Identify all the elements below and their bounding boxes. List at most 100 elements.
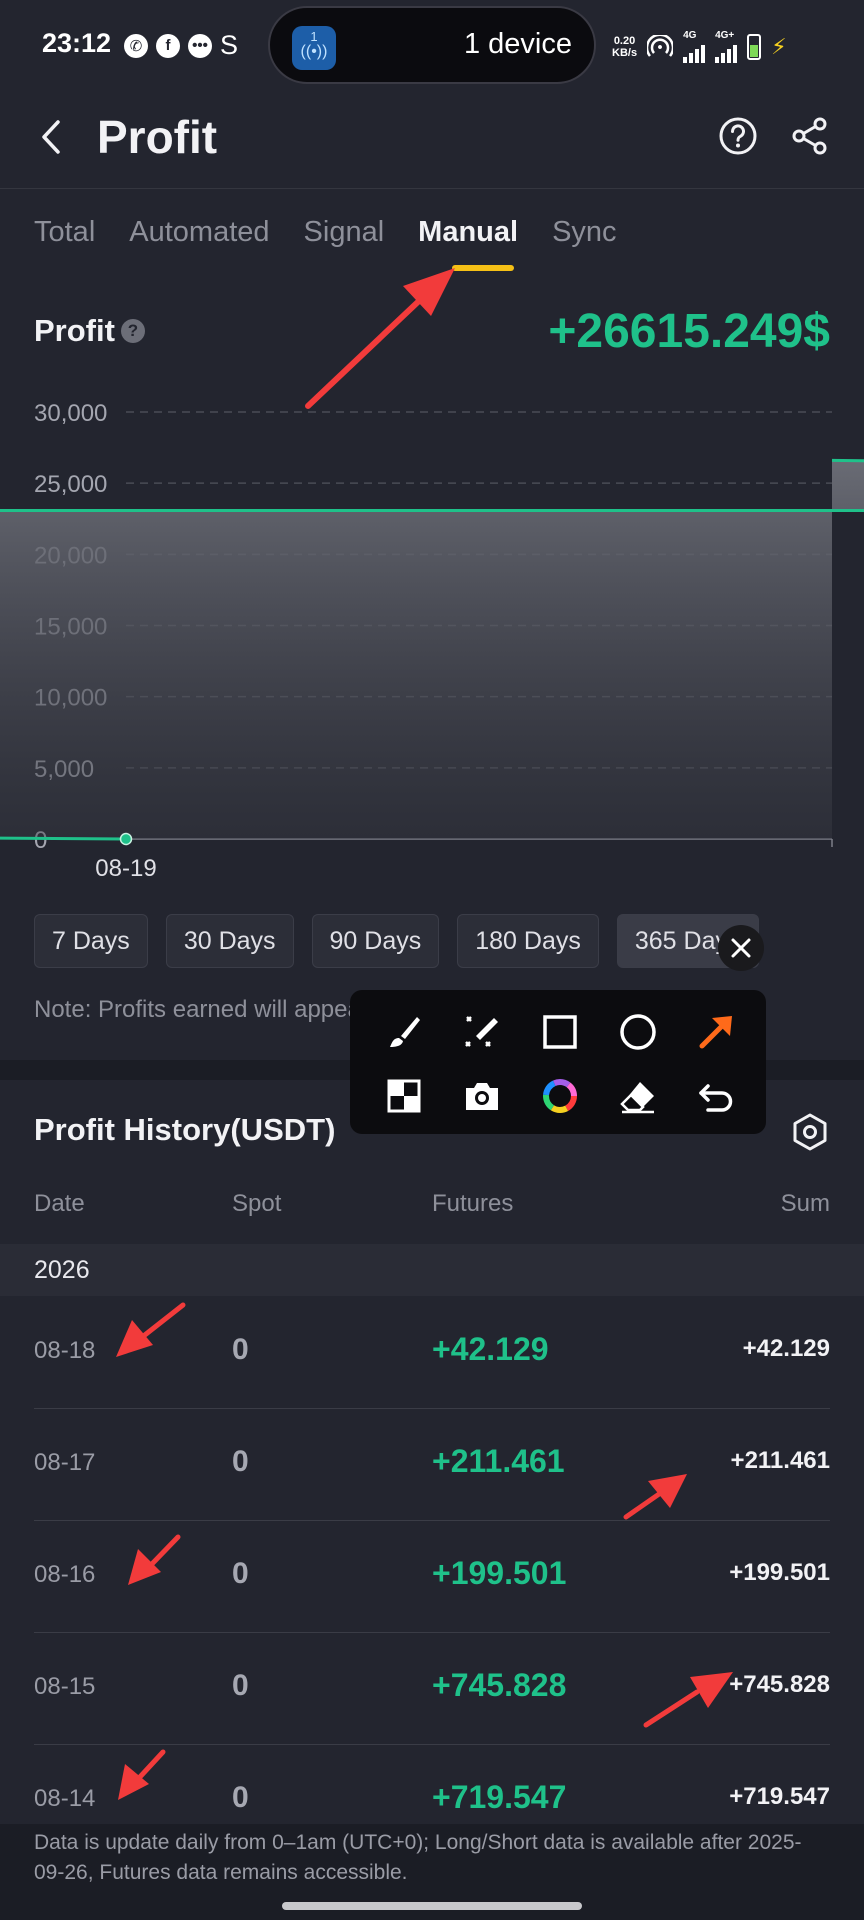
battery-icon <box>747 33 762 60</box>
back-arrow-icon[interactable] <box>32 114 72 160</box>
row-date: 08-17 <box>34 1449 96 1476</box>
circle-tool[interactable] <box>610 1004 666 1060</box>
year-group-header: 2026 <box>0 1244 864 1296</box>
history-title: Profit History(USDT) <box>34 1112 336 1147</box>
table-row[interactable]: 08-16 0 +199.501 +199.501 <box>0 1521 864 1633</box>
row-spot: 0 <box>232 1557 249 1590</box>
charging-bolt-icon: ⚡ <box>771 33 787 59</box>
tab-sync[interactable]: Sync <box>552 216 616 249</box>
column-date: Date <box>34 1190 85 1217</box>
eraser-tool[interactable] <box>610 1068 666 1124</box>
broadcast-icon: 1 ((•)) <box>292 26 336 70</box>
signal-1: 4G <box>683 30 706 63</box>
whatsapp-icon: ✆ <box>124 33 148 58</box>
magic-wand-icon <box>465 1016 498 1047</box>
row-sum: +42.129 <box>742 1335 830 1362</box>
help-icon[interactable] <box>718 116 758 156</box>
tab-signal[interactable]: Signal <box>304 216 385 249</box>
app-s-icon: S <box>220 30 239 60</box>
range-30-days-button[interactable]: 30 Days <box>165 914 294 968</box>
magic-wand-tool[interactable] <box>454 1004 510 1060</box>
net-speed: 0.20 KB/s <box>612 34 638 59</box>
row-futures: +211.461 <box>432 1443 565 1479</box>
row-date: 08-16 <box>34 1561 96 1588</box>
range-7-days-button[interactable]: 7 Days <box>34 914 148 968</box>
active-tab-indicator <box>452 265 514 271</box>
camera-icon <box>466 1083 498 1110</box>
status-app-icons: ✆ f ••• S <box>124 30 238 61</box>
row-date: 08-15 <box>34 1673 96 1700</box>
messenger-icon: ••• <box>188 33 212 58</box>
facebook-icon: f <box>156 33 180 58</box>
column-spot: Spot <box>232 1190 282 1217</box>
status-time: 23:12 <box>42 28 112 58</box>
tab-total[interactable]: Total <box>34 216 95 249</box>
time-range-selector: 7 Days 30 Days 90 Days 180 Days 365 Days <box>34 914 759 968</box>
eraser-icon <box>620 1082 654 1114</box>
tab-bar: Total Automated Signal Manual Sync <box>34 216 651 249</box>
undo-tool[interactable] <box>688 1068 744 1124</box>
row-date: 08-14 <box>34 1785 96 1812</box>
row-sum: +719.547 <box>729 1783 830 1810</box>
hotspot-icon <box>647 34 674 57</box>
dynamic-island[interactable]: 1 ((•)) 1 device <box>268 6 596 84</box>
tab-automated[interactable]: Automated <box>129 216 269 249</box>
home-indicator[interactable] <box>282 1902 582 1910</box>
year-label: 2026 <box>34 1256 90 1284</box>
top-header: Profit <box>0 96 864 188</box>
arrow-tool[interactable] <box>688 1004 744 1060</box>
signal-2: 4G+ <box>715 30 738 63</box>
annotation-toolbar <box>350 990 766 1134</box>
row-futures: +42.129 <box>432 1331 549 1367</box>
row-spot: 0 <box>232 1781 249 1814</box>
page-title: Profit <box>97 111 218 163</box>
status-bar: 23:12 ✆ f ••• S 1 ((•)) 1 device 0.20 KB… <box>0 0 864 90</box>
undo-icon <box>699 1084 733 1112</box>
row-futures: +199.501 <box>432 1555 567 1591</box>
profit-total-value: +26615.249$ <box>548 305 830 358</box>
close-icon <box>731 938 751 958</box>
table-row[interactable]: 08-18 0 +42.129 +42.129 <box>0 1297 864 1409</box>
status-indicators: 0.20 KB/s 4G 4G+ ⚡ <box>612 30 787 63</box>
y-tick-label: 30,000 <box>34 400 107 427</box>
column-futures: Futures <box>432 1190 514 1217</box>
chart-point-marker <box>119 832 133 846</box>
circle-icon <box>620 1014 656 1050</box>
row-futures: +745.828 <box>432 1667 567 1703</box>
row-spot: 0 <box>232 1669 249 1702</box>
arrow-icon <box>699 1016 732 1049</box>
signal-bars-icon <box>683 41 706 63</box>
close-editor-button[interactable] <box>718 925 764 971</box>
rectangle-icon <box>543 1015 577 1049</box>
header-divider <box>0 188 864 189</box>
row-sum: +745.828 <box>729 1671 830 1698</box>
brush-icon <box>390 1017 420 1047</box>
brush-tool[interactable] <box>376 1004 432 1060</box>
mosaic-tool[interactable] <box>376 1068 432 1124</box>
tab-manual[interactable]: Manual <box>418 216 518 249</box>
settings-icon[interactable] <box>790 1112 830 1152</box>
row-sum: +211.461 <box>730 1447 830 1474</box>
annotation-arrow <box>305 268 455 409</box>
rectangle-tool[interactable] <box>532 1004 588 1060</box>
color-picker-tool[interactable] <box>532 1068 588 1124</box>
row-futures: +719.547 <box>432 1779 567 1815</box>
share-icon[interactable] <box>790 116 830 156</box>
row-sum: +199.501 <box>729 1559 830 1586</box>
range-180-days-button[interactable]: 180 Days <box>457 914 599 968</box>
row-spot: 0 <box>232 1445 249 1478</box>
camera-tool[interactable] <box>454 1068 510 1124</box>
column-sum: Sum <box>780 1190 830 1217</box>
island-device-text: 1 device <box>463 28 572 60</box>
profit-chart: 05,00010,00015,00020,00025,00030,00008-1… <box>0 400 864 882</box>
color-wheel-icon <box>543 1079 577 1113</box>
footer-text: Data is update daily from 0–1am (UTC+0);… <box>34 1831 802 1884</box>
range-90-days-button[interactable]: 90 Days <box>311 914 440 968</box>
signal-bars-icon <box>715 41 738 63</box>
table-row[interactable]: 08-15 0 +745.828 +745.828 <box>0 1633 864 1745</box>
table-row[interactable]: 08-17 0 +211.461 +211.461 <box>0 1409 864 1521</box>
y-tick-label: 25,000 <box>34 471 107 498</box>
x-tick-label: 08-19 <box>95 855 156 882</box>
profit-help-icon[interactable]: ? <box>120 319 145 343</box>
profit-label: Profit ? <box>34 313 145 349</box>
